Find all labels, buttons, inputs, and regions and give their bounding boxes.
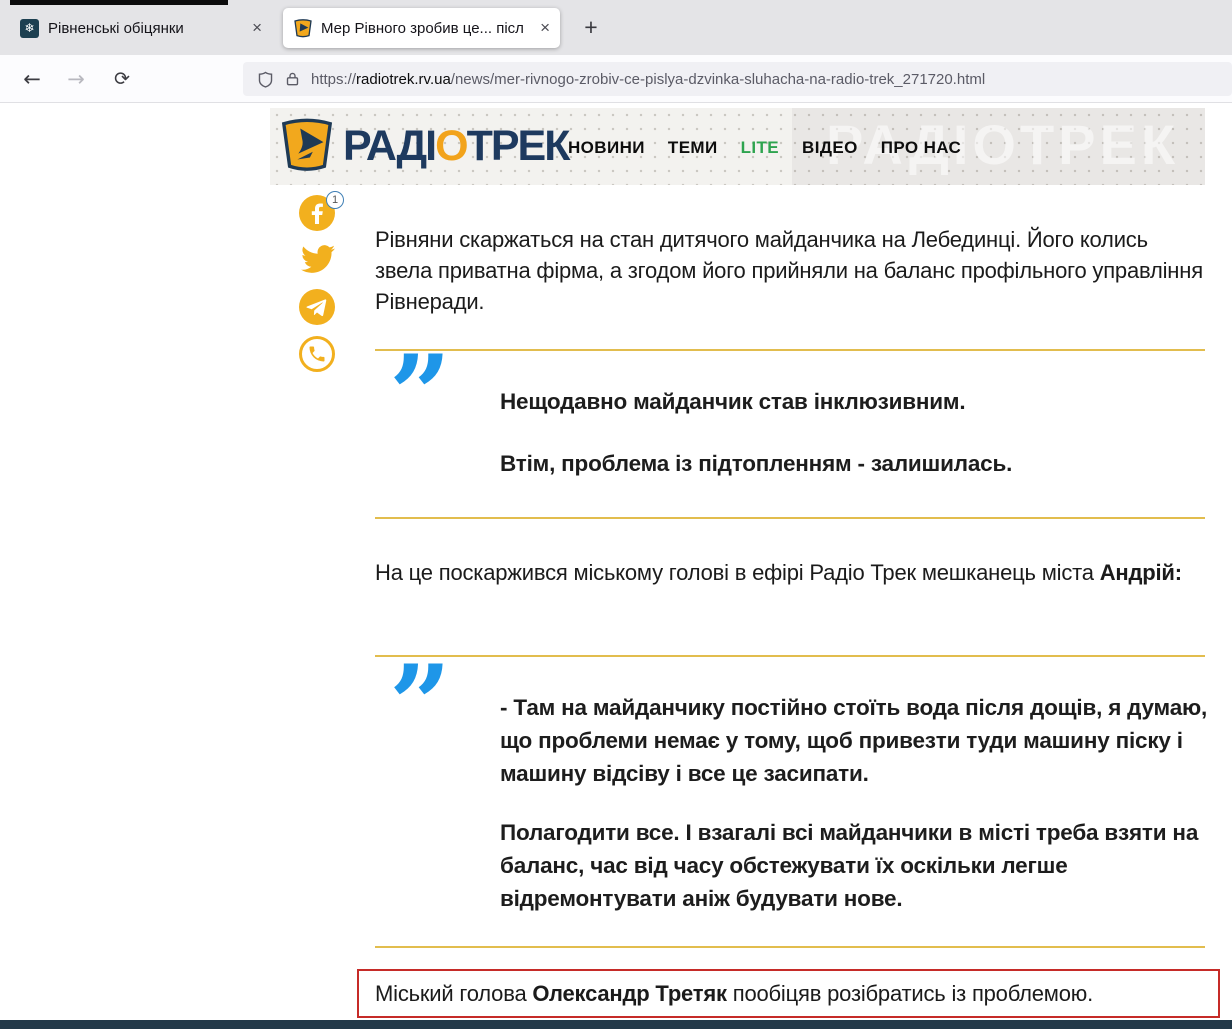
divider-line bbox=[375, 946, 1205, 948]
social-share-column: 1 bbox=[296, 195, 338, 372]
divider-line bbox=[375, 517, 1205, 519]
window-top-accent bbox=[10, 0, 228, 5]
quote-1-paragraph-1: Нещодавно майданчик став інклюзивним. bbox=[500, 386, 1208, 418]
share-telegram-button[interactable] bbox=[299, 289, 335, 325]
paragraph-2-bold-name: Андрій: bbox=[1100, 560, 1182, 585]
facebook-share-count-badge: 1 bbox=[326, 191, 344, 209]
tab-bar: ❄ Рівненські обіцянки × Мер Рівного зроб… bbox=[0, 0, 1232, 55]
quote-block-1: Нещодавно майданчик став інклюзивним. Вт… bbox=[500, 386, 1208, 480]
tab-close-icon[interactable]: × bbox=[540, 18, 550, 38]
facebook-icon bbox=[299, 218, 335, 235]
tab-title: Мер Рівного зробив це... післ bbox=[321, 20, 534, 37]
quote-2-paragraph-1: - Там на майданчику постійно стоїть вода… bbox=[500, 691, 1208, 790]
url-domain: radiotrek.rv.ua bbox=[356, 71, 451, 88]
share-twitter-button[interactable] bbox=[299, 242, 335, 278]
article-paragraph-2: На це поскаржився міському голові в ефір… bbox=[375, 557, 1205, 588]
share-facebook-button[interactable]: 1 bbox=[299, 195, 335, 231]
url-bar[interactable]: https://radiotrek.rv.ua/news/mer-rivnogo… bbox=[243, 62, 1232, 96]
quote-mark-icon: ” bbox=[389, 670, 451, 740]
share-viber-button[interactable] bbox=[299, 336, 335, 372]
divider-line bbox=[375, 349, 1205, 351]
page-content: РАДІОТРЕК РАДІОТРЕК НОВИНИ ТЕМИ LITE ВІД… bbox=[0, 103, 1232, 1029]
reload-button[interactable]: ⟳ bbox=[104, 61, 140, 97]
navigation-toolbar: ← → ⟳ https://radiotrek.rv.ua/news/mer-r… bbox=[0, 55, 1232, 103]
lock-icon[interactable] bbox=[285, 70, 300, 88]
divider-line bbox=[375, 655, 1205, 657]
tab-title: Рівненські обіцянки bbox=[48, 20, 246, 37]
highlight-text-prefix: Міський голова bbox=[375, 981, 532, 1006]
highlighted-annotation-box: Міський голова Олександр Третяк пообіцяв… bbox=[357, 969, 1220, 1018]
quote-mark-icon: ” bbox=[389, 360, 451, 430]
back-button[interactable]: ← bbox=[14, 61, 50, 97]
url-path: /news/mer-rivnogo-zrobiv-ce-pislya-dzvin… bbox=[451, 71, 985, 88]
new-tab-button[interactable]: + bbox=[576, 12, 606, 42]
quote-block-2: - Там на майданчику постійно стоїть вода… bbox=[500, 691, 1208, 915]
snowflake-favicon-icon: ❄ bbox=[20, 19, 39, 38]
forward-button[interactable]: → bbox=[58, 61, 94, 97]
radiotrek-logo-mark-icon bbox=[276, 115, 338, 178]
tab-rivnenski-obitsyanky[interactable]: ❄ Рівненські обіцянки × bbox=[10, 8, 272, 48]
paragraph-2-text: На це поскаржився міському голові в ефір… bbox=[375, 560, 1100, 585]
shield-icon[interactable] bbox=[257, 70, 274, 89]
telegram-icon bbox=[299, 312, 335, 329]
url-text: https://radiotrek.rv.ua/news/mer-rivnogo… bbox=[311, 71, 985, 88]
quote-2-paragraph-2: Полагодити все. І взагалі всі майданчики… bbox=[500, 816, 1208, 915]
url-scheme: https:// bbox=[311, 71, 356, 88]
tab-close-icon[interactable]: × bbox=[252, 18, 262, 38]
article-paragraph-1: Рівняни скаржаться на стан дитячого майд… bbox=[375, 224, 1205, 317]
article-body: Рівняни скаржаться на стан дитячого майд… bbox=[375, 103, 1205, 1029]
bottom-section-edge bbox=[0, 1020, 1232, 1029]
phone-icon bbox=[299, 336, 335, 372]
highlight-mayor-name: Олександр Третяк bbox=[532, 981, 726, 1006]
tab-mer-rivnogo-active[interactable]: Мер Рівного зробив це... післ × bbox=[283, 8, 560, 48]
radiotrek-favicon-icon bbox=[293, 18, 313, 38]
highlight-text-suffix: пообіцяв розібратись із проблемою. bbox=[727, 981, 1093, 1006]
article-paragraph-highlight: Міський голова Олександр Третяк пообіцяв… bbox=[375, 978, 1093, 1009]
quote-1-paragraph-2: Втім, проблема із підтопленням - залишил… bbox=[500, 448, 1208, 480]
twitter-icon bbox=[299, 263, 337, 280]
